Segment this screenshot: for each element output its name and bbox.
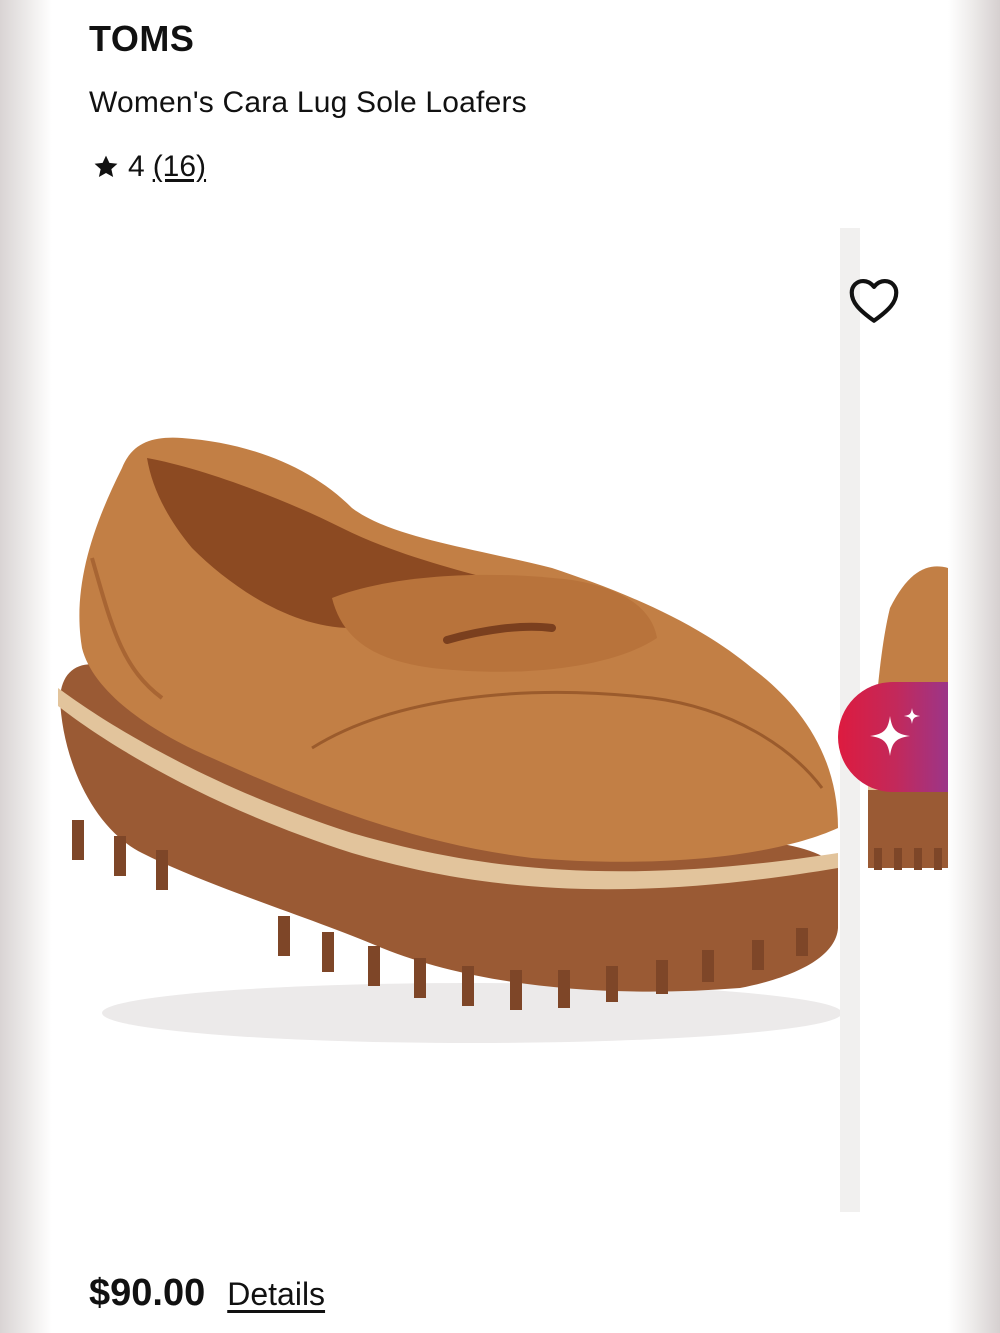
review-count[interactable]: (16)	[153, 150, 206, 184]
ai-assistant-button[interactable]	[838, 682, 948, 792]
star-icon	[94, 155, 118, 178]
loafer-image	[58, 437, 842, 1043]
wishlist-button[interactable]	[844, 276, 904, 326]
product-image[interactable]	[52, 228, 842, 1212]
rating-summary[interactable]: 4 (16)	[92, 150, 206, 184]
details-link[interactable]: Details	[227, 1276, 325, 1313]
brand-name[interactable]: TOMS	[89, 18, 194, 60]
sparkle-icon	[870, 708, 920, 756]
rating-value: 4	[128, 150, 145, 183]
product-card: TOMS Women's Cara Lug Sole Loafers 4 (16…	[52, 0, 948, 1333]
product-title[interactable]: Women's Cara Lug Sole Loafers	[89, 86, 527, 120]
review-count-link[interactable]: (16)	[153, 150, 206, 183]
price-row: $90.00 Details	[89, 1272, 325, 1315]
heart-outline-icon	[849, 278, 899, 323]
product-price: $90.00	[89, 1272, 206, 1314]
image-carousel[interactable]	[52, 228, 948, 1212]
